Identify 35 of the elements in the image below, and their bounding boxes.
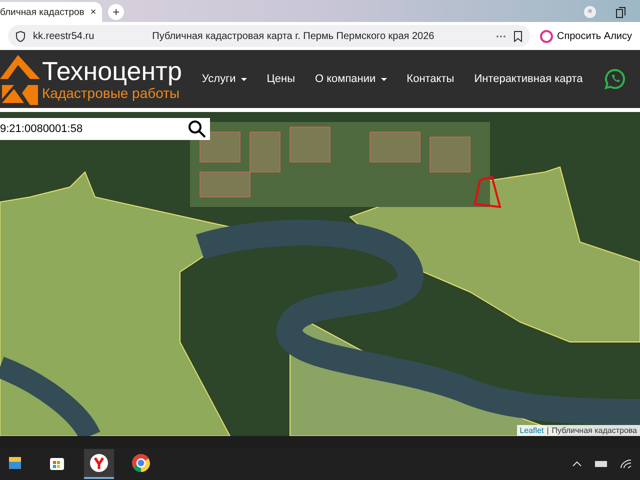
tabs-icon[interactable]: [616, 7, 626, 18]
search-field[interactable]: 9:21:0080001:58: [0, 118, 186, 140]
nav-link[interactable]: Цены: [266, 73, 295, 85]
browser-icon: [131, 453, 151, 473]
browser-tab[interactable]: бличная кадастров ×: [0, 2, 102, 22]
bookmark-icon[interactable]: [514, 30, 522, 42]
address-bar[interactable]: kk.reestr54.ru Публичная кадастровая карта г. Пермь Пермского края 2026: [8, 25, 530, 47]
logo-title[interactable]: Техноцентр: [42, 57, 182, 85]
nav-link[interactable]: Услуги: [202, 73, 247, 85]
new-tab-button[interactable]: +: [108, 4, 124, 20]
attribution-text: Публичная кадастрова: [552, 426, 637, 435]
assistant-icon: [540, 30, 553, 42]
caret-icon: [380, 78, 387, 80]
wifi-icon[interactable]: [620, 459, 632, 469]
leaflet-link[interactable]: Leaflet: [520, 426, 544, 435]
nav-link[interactable]: Контакты: [406, 73, 454, 85]
caret-icon: [240, 78, 247, 80]
separator-text: |: [546, 426, 549, 435]
page-title: Публичная кадастровая карта г. Пермь Пермского края 2026: [152, 30, 436, 42]
taskbar-app[interactable]: [84, 449, 114, 479]
url-text: kk.reestr54.ru: [33, 30, 94, 42]
close-icon[interactable]: ×: [90, 6, 96, 18]
network-icon[interactable]: [594, 459, 608, 469]
whatsapp-icon[interactable]: [604, 68, 626, 90]
browser-icon: [89, 453, 109, 473]
tab-title: бличная кадастров: [0, 6, 84, 18]
shield-icon: [16, 30, 25, 42]
folder-icon: [9, 457, 21, 469]
ask-assistant-button[interactable]: Спросить Алису: [540, 30, 632, 42]
chevron-up-icon[interactable]: [572, 461, 582, 467]
nav-link[interactable]: Интерактивная карта: [474, 73, 583, 85]
search-icon[interactable]: [186, 118, 210, 140]
more-icon[interactable]: [496, 34, 506, 38]
nav-link[interactable]: О компании: [315, 73, 387, 85]
logo-subtitle: Кадастровые работы: [42, 85, 180, 101]
